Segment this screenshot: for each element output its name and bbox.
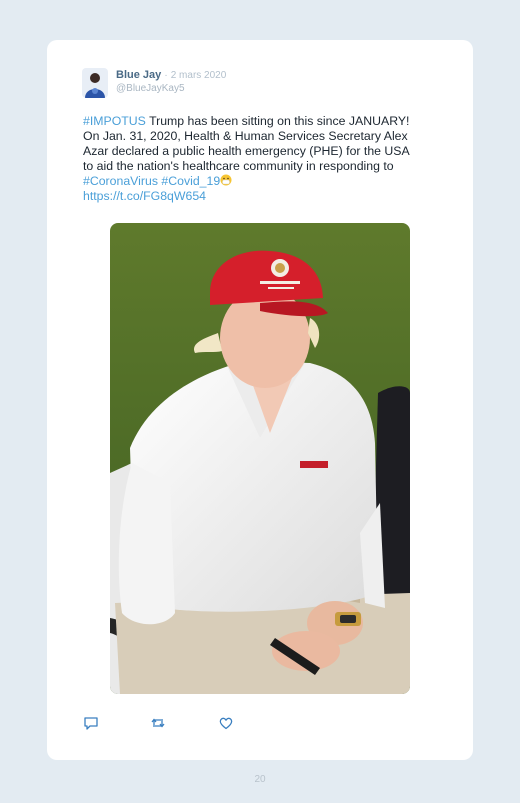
- hashtag-covid19[interactable]: #Covid_19: [161, 174, 220, 188]
- meta-separator: ·: [164, 70, 168, 81]
- hashtag-impotus[interactable]: #IMPOTUS: [83, 114, 146, 128]
- author-handle[interactable]: @BlueJayKay5: [116, 83, 185, 94]
- retweet-icon[interactable]: [150, 715, 166, 731]
- tweet-card: Blue Jay · 2 mars 2020 @BlueJayKay5 #IMP…: [47, 40, 473, 760]
- tweet-photo[interactable]: [110, 223, 410, 694]
- reply-icon[interactable]: [83, 715, 99, 731]
- tweet-link[interactable]: https://t.co/FG8qW654: [83, 189, 206, 203]
- author-name[interactable]: Blue Jay: [116, 69, 161, 81]
- heart-icon[interactable]: [218, 715, 234, 731]
- page-number: 20: [254, 774, 266, 785]
- tweet-text: #IMPOTUS Trump has been sitting on this …: [83, 114, 453, 204]
- tweet-line-4: to aid the nation's healthcare community…: [83, 159, 394, 173]
- avatar[interactable]: [82, 68, 108, 98]
- tweet-line-2: On Jan. 31, 2020, Health & Human Service…: [83, 129, 408, 143]
- hashtag-coronavirus[interactable]: #CoronaVirus: [83, 174, 158, 188]
- author-line: Blue Jay · 2 mars 2020: [116, 69, 226, 81]
- tweet-line-1: #IMPOTUS Trump has been sitting on this …: [83, 114, 410, 128]
- tweet-line-6: https://t.co/FG8qW654: [83, 189, 453, 204]
- tweet-line-3: Azar declared a public health emergency …: [83, 144, 410, 158]
- mask-emoji-icon: [220, 174, 232, 186]
- tweet-date[interactable]: 2 mars 2020: [171, 70, 227, 81]
- tweet-line-5: #CoronaVirus #Covid_19: [83, 174, 453, 189]
